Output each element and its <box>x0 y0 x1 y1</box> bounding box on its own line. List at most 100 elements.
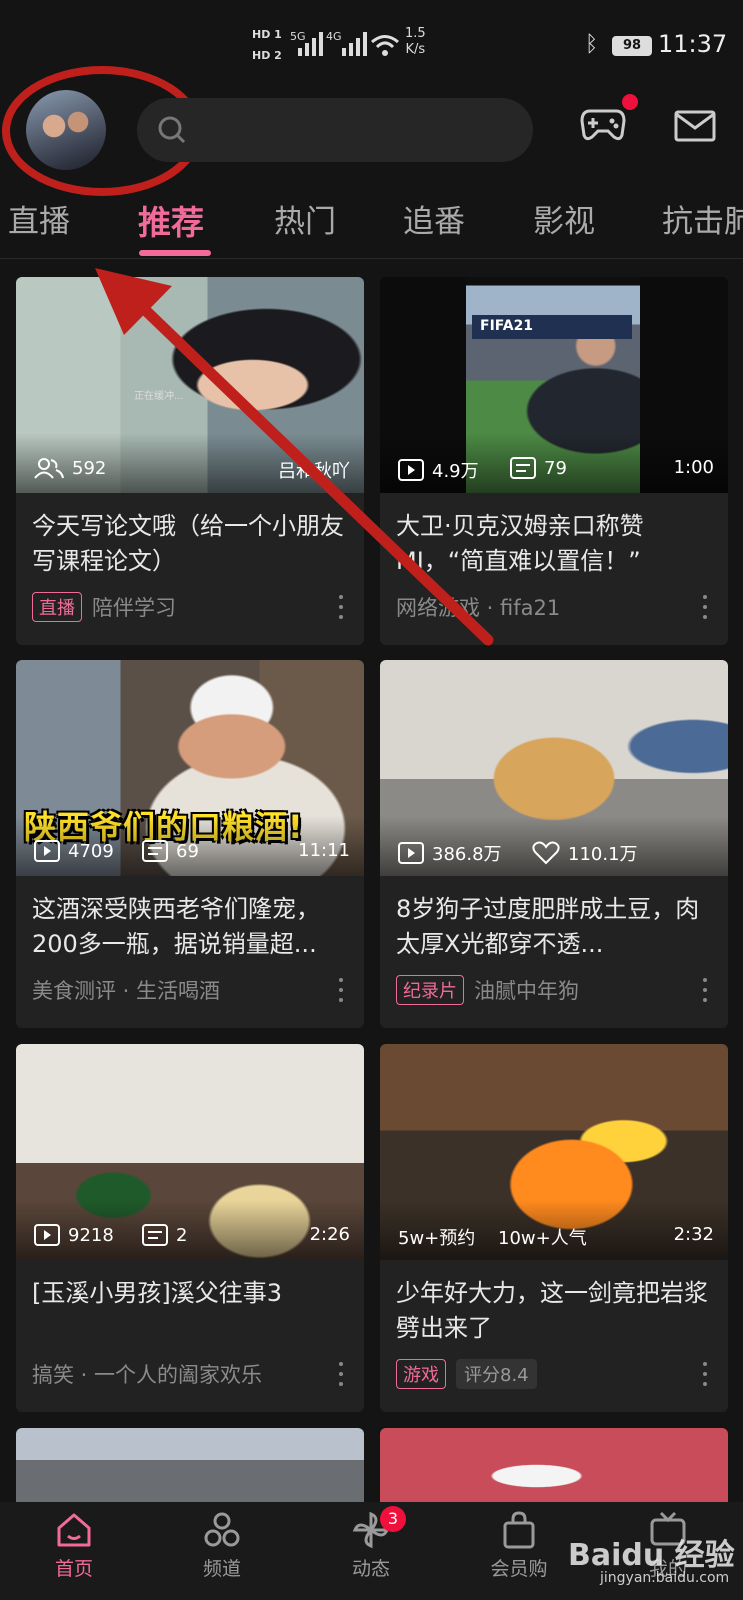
video-stats: 5w+预约 10w+人气 2:32 <box>380 1220 728 1254</box>
like-count: 110.1万 <box>568 844 638 865</box>
video-title: 8岁狗子过度肥胖成土豆，肉太厚X光都穿不透... <box>396 895 700 958</box>
channel-icon <box>204 1512 240 1547</box>
video-title: 这酒深受陕西老爷们隆宠，200多一瓶，据说销量超... <box>32 895 320 958</box>
battery-icon: 98 <box>612 36 652 56</box>
nav-vip-shop-label: 会员购 <box>490 1558 548 1580</box>
network-4g-label: 4G <box>326 30 342 43</box>
play-icon <box>398 459 424 481</box>
video-meta: 游戏 评分8.4 <box>396 1359 537 1389</box>
tab-recommend[interactable]: 推荐 <box>138 196 204 244</box>
video-title: [玉溪小男孩]溪父往事3 <box>32 1279 282 1307</box>
nav-dynamic[interactable]: 动态 <box>316 1510 426 1581</box>
divider <box>0 258 743 259</box>
video-duration: 2:26 <box>309 1224 350 1245</box>
video-card[interactable]: 9218 2 2:26 [玉溪小男孩]溪父往事3 搞笑 · 一个人的阖家欢乐 <box>16 1044 364 1412</box>
category-tabs: 直播 推荐 热门 追番 影视 抗击肺 <box>0 196 743 256</box>
rating-tag: 评分8.4 <box>456 1359 537 1389</box>
uploader-name: 吕和秋吖 <box>278 461 350 482</box>
game-tag: 游戏 <box>396 1359 446 1389</box>
video-title: 今天写论文哦（给一个小朋友写课程论文） <box>32 512 344 575</box>
view-count: 4.9万 <box>432 461 479 482</box>
signal-bars-icon <box>342 30 367 56</box>
gamepad-icon[interactable] <box>580 107 626 143</box>
view-count: 386.8万 <box>432 844 502 865</box>
nav-dynamic-label: 动态 <box>351 1558 390 1580</box>
play-icon <box>34 840 60 862</box>
video-duration: 1:00 <box>673 457 714 478</box>
notification-badge: 3 <box>380 1506 406 1532</box>
category-label: 搞笑 · 一个人的阖家欢乐 <box>32 1363 263 1387</box>
video-stats: 4709 69 11:11 <box>16 836 364 870</box>
signal-bars-icon <box>298 30 323 56</box>
home-icon <box>57 1513 91 1547</box>
video-thumbnail <box>16 1428 364 1508</box>
video-stats: 386.8万 110.1万 <box>380 836 728 870</box>
danmaku-icon <box>510 457 536 479</box>
tab-movies[interactable]: 影视 <box>533 196 595 241</box>
video-card[interactable]: FIFA21 4.9万 79 1:00 大卫·贝克汉姆亲口称赞MJ，“简直难以置… <box>380 277 728 645</box>
nav-vip-shop[interactable]: 会员购 <box>464 1510 574 1581</box>
video-title: 少年好大力，这一剑竟把岩浆劈出来了 <box>396 1279 708 1342</box>
clock: 11:37 <box>658 30 728 58</box>
video-stats: 9218 2 2:26 <box>16 1220 364 1254</box>
live-tag: 直播 <box>32 592 82 622</box>
tab-bangumi[interactable]: 追番 <box>403 196 465 241</box>
nav-channel-label: 频道 <box>202 1558 241 1580</box>
video-title: 大卫·贝克汉姆亲口称赞MJ，“简直难以置信！” <box>396 512 644 575</box>
tab-live[interactable]: 直播 <box>8 196 70 241</box>
more-options-icon[interactable] <box>338 1362 344 1386</box>
people-icon <box>34 458 64 479</box>
view-count: 4709 <box>68 840 114 862</box>
video-card[interactable] <box>16 1428 364 1508</box>
danmaku-count: 69 <box>176 840 199 862</box>
video-stats: 4.9万 79 1:00 <box>380 453 728 487</box>
online-count: 592 <box>72 457 107 479</box>
video-card[interactable]: 正在缓冲... 592 吕和秋吖 今天写论文哦（给一个小朋友写课程论文） 直播 … <box>16 277 364 645</box>
video-thumbnail <box>380 1428 728 1508</box>
video-stats: 592 吕和秋吖 <box>16 453 364 487</box>
nav-home[interactable]: 首页 <box>19 1510 129 1581</box>
more-options-icon[interactable] <box>702 1362 708 1386</box>
video-meta: 纪录片 油腻中年狗 <box>396 975 579 1005</box>
video-card[interactable]: 陕西爷们的口粮酒! 4709 69 11:11 这酒深受陕西老爷们隆宠，200多… <box>16 660 364 1028</box>
danmaku-count: 2 <box>176 1224 188 1246</box>
tab-active-indicator <box>139 250 211 256</box>
video-card[interactable]: 5w+预约 10w+人气 2:32 少年好大力，这一剑竟把岩浆劈出来了 游戏 评… <box>380 1044 728 1412</box>
watermark: Baidu 经验 <box>568 1538 735 1573</box>
nav-channel[interactable]: 频道 <box>167 1510 277 1581</box>
nav-home-label: 首页 <box>54 1558 93 1580</box>
video-meta: 网络游戏 · fifa21 <box>396 592 560 622</box>
video-meta: 搞笑 · 一个人的阖家欢乐 <box>32 1359 262 1389</box>
uploader-name: 油腻中年狗 <box>474 979 579 1003</box>
category-label: 陪伴学习 <box>92 596 176 620</box>
more-options-icon[interactable] <box>702 978 708 1002</box>
video-card[interactable] <box>380 1428 728 1508</box>
video-card[interactable]: 386.8万 110.1万 8岁狗子过度肥胖成土豆，肉太厚X光都穿不透... 纪… <box>380 660 728 1028</box>
search-bar[interactable] <box>137 98 533 162</box>
video-meta: 直播 陪伴学习 <box>32 592 176 622</box>
network-speed: 1.5 K/s <box>405 26 426 57</box>
danmaku-icon <box>142 1224 168 1246</box>
tab-covid[interactable]: 抗击肺 <box>662 196 743 241</box>
heart-icon <box>532 841 560 865</box>
more-options-icon[interactable] <box>702 595 708 619</box>
view-count: 9218 <box>68 1224 114 1246</box>
documentary-tag: 纪录片 <box>396 975 464 1005</box>
danmaku-icon <box>142 840 168 862</box>
more-options-icon[interactable] <box>338 595 344 619</box>
more-options-icon[interactable] <box>338 978 344 1002</box>
buffering-label: 正在缓冲... <box>134 391 184 402</box>
video-duration: 11:11 <box>298 840 350 861</box>
tab-hot[interactable]: 热门 <box>274 196 336 241</box>
danmaku-count: 79 <box>544 457 567 479</box>
play-icon <box>398 842 424 864</box>
category-label: 网络游戏 · fifa21 <box>396 596 561 620</box>
fifa-board: FIFA21 <box>472 315 632 339</box>
popularity-count: 10w+人气 <box>498 1228 587 1249</box>
mail-icon[interactable] <box>674 110 716 142</box>
notification-dot <box>622 94 638 110</box>
video-meta: 美食测评 · 生活喝酒 <box>32 975 220 1005</box>
shopping-bag-icon <box>503 1511 535 1549</box>
play-icon <box>34 1224 60 1246</box>
watermark-url: jingyan.baidu.com <box>600 1570 730 1586</box>
